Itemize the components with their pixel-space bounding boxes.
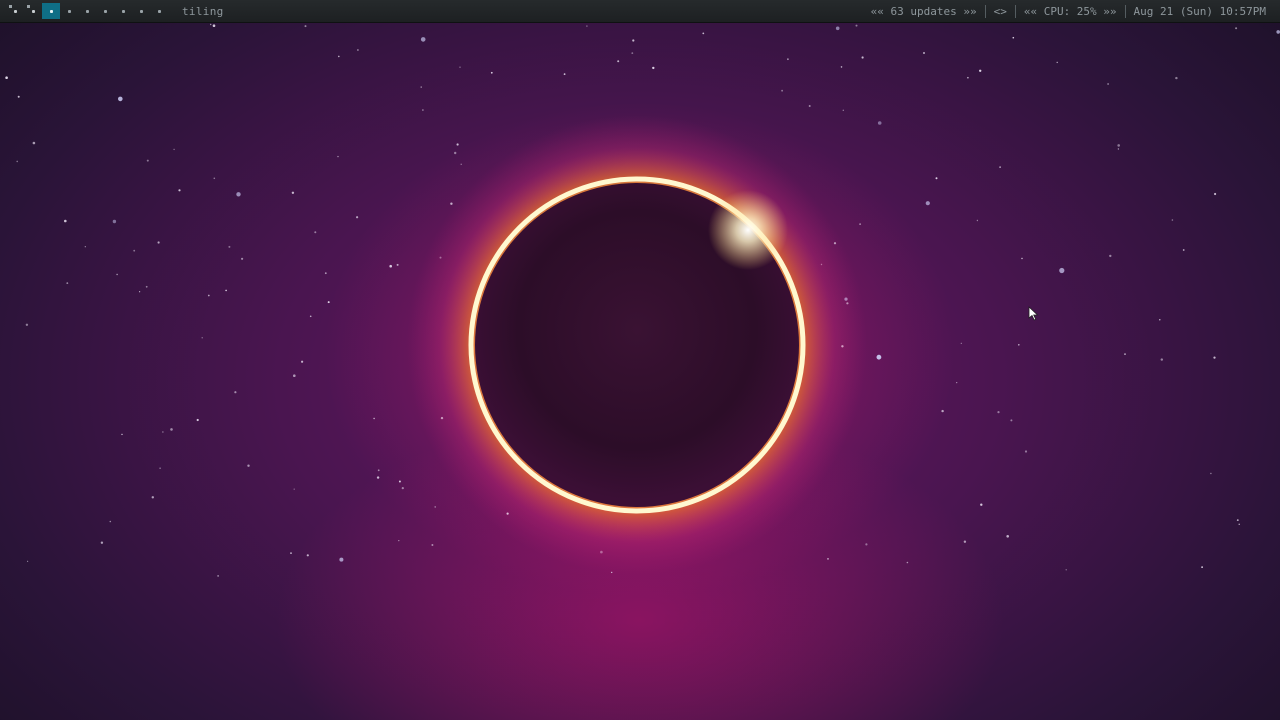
workspace-tag-6[interactable] — [96, 3, 114, 19]
layout-indicator[interactable]: tiling — [182, 5, 224, 18]
workspace-tag-7[interactable] — [114, 3, 132, 19]
top-status-bar: tiling «« 63 updates »» <> «« CPU: 25% »… — [0, 0, 1280, 23]
layout-toggle-button[interactable]: <> — [986, 5, 1015, 18]
status-widgets: «« 63 updates »» <> «« CPU: 25% »» Aug 2… — [863, 0, 1280, 23]
workspace-tag-4[interactable] — [60, 3, 78, 19]
tag-dot-icon — [121, 9, 125, 13]
tag-dot-icon — [49, 9, 53, 13]
cpu-widget[interactable]: «« CPU: 25% »» — [1016, 5, 1125, 18]
tag-dot-icon — [103, 9, 107, 13]
updates-widget[interactable]: «« 63 updates »» — [863, 5, 985, 18]
workspace-tag-9[interactable] — [150, 3, 168, 19]
workspace-tag-3[interactable] — [42, 3, 60, 19]
workspace-tag-5[interactable] — [78, 3, 96, 19]
eclipse-image — [407, 115, 867, 575]
tag-dot-icon — [13, 9, 17, 13]
mouse-pointer-icon — [1028, 306, 1039, 321]
clock-widget[interactable]: Aug 21 (Sun) 10:57PM — [1126, 5, 1274, 18]
tag-dot-icon — [67, 9, 71, 13]
workspace-tags — [0, 0, 168, 23]
tag-dot-icon — [157, 9, 161, 13]
workspace-tag-1[interactable] — [6, 3, 24, 19]
tag-dot-icon — [85, 9, 89, 13]
workspace-tag-2[interactable] — [24, 3, 42, 19]
workspace-tag-8[interactable] — [132, 3, 150, 19]
tag-dot-icon — [31, 9, 35, 13]
tag-dot-icon — [139, 9, 143, 13]
